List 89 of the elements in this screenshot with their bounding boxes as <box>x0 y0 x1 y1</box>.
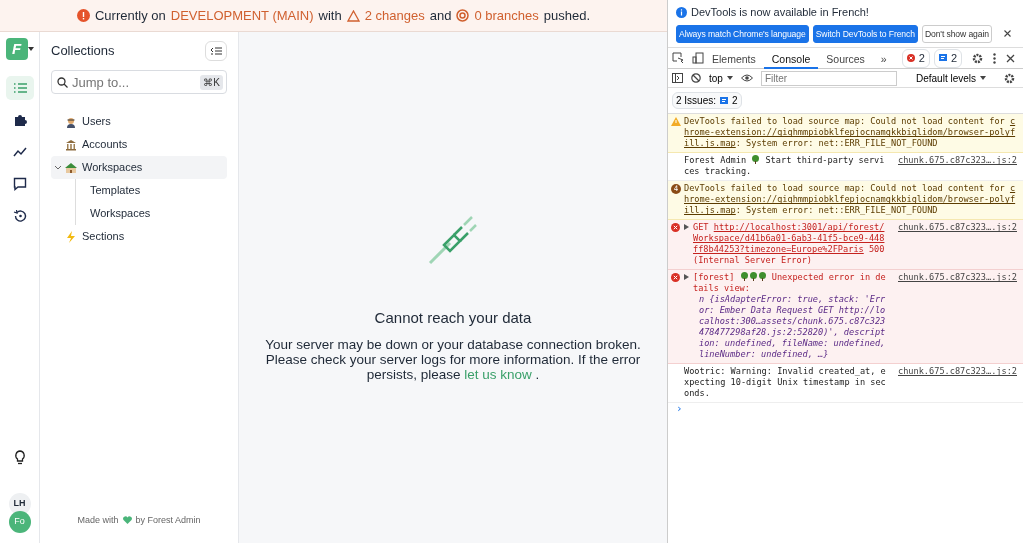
source-link[interactable]: chunk.675.c87c323….js:2 <box>898 366 1017 378</box>
expand-arrow-icon[interactable] <box>684 274 689 281</box>
tree-item[interactable]: Users <box>51 110 227 133</box>
lightbulb-icon <box>13 449 26 465</box>
person-icon <box>65 115 77 128</box>
tree-icon <box>757 272 767 282</box>
inspect-icon[interactable] <box>672 52 684 65</box>
close-icon[interactable] <box>1004 30 1011 38</box>
levels-selector[interactable]: Default levels <box>915 70 986 86</box>
search-icon <box>57 77 68 88</box>
filter-field[interactable]: Filter <box>760 70 897 86</box>
caret-icon <box>27 47 34 51</box>
heart-icon <box>122 516 132 525</box>
error-count[interactable]: 2 <box>901 49 930 68</box>
console-message: GET http://localhost:3001/api/forest/Workspace/d41b6a01-6ab3-41f5-bce9-448ff8b44253?timezone=Europe%2FParis 500 (Internal Server Error) <box>693 222 886 267</box>
banner-text: Currently on <box>95 6 166 25</box>
error-icon <box>671 273 680 283</box>
error-icon <box>671 223 680 233</box>
issue-count[interactable]: 2 <box>933 49 962 68</box>
error-icon <box>906 54 915 63</box>
console-message: DevTools failed to load source map: Could not load content for chrome-extension://gighmmpiobklfepjocnamgkkbiglidom/browser-polyfill.js.map: System error: net::ERR_FILE_NOT_FOUND <box>684 183 1017 217</box>
bank-icon <box>65 138 77 151</box>
target-icon <box>456 9 470 22</box>
language-button[interactable]: Switch DevTools to French <box>812 24 918 44</box>
eye-icon[interactable] <box>740 74 753 83</box>
list-icon <box>12 81 27 95</box>
warning-icon <box>671 117 681 127</box>
close-icon[interactable] <box>1006 53 1015 63</box>
alert-icon <box>77 9 90 22</box>
issues-button[interactable]: 2 Issues: 2 <box>672 92 742 110</box>
settings-icon[interactable] <box>972 52 983 64</box>
tree-item[interactable]: Workspaces <box>76 202 227 225</box>
info-text: DevTools is now available in French! <box>691 5 869 20</box>
chevron-icon <box>55 166 61 170</box>
more-tabs-button[interactable]: » <box>872 47 895 69</box>
console-message: [forest] Unexpected error in details view: n {isAdapterError: true, stack: 'Error: Ember Data Request GET http://localhost:300…assets/chunk.675.c87c323478477298af28.js:2:52820)', description: undefined, fileName: undefined, lineNumber: undefined, …} <box>693 272 887 361</box>
clear-icon[interactable] <box>691 73 701 84</box>
house-icon <box>65 161 77 174</box>
source-link[interactable]: chunk.675.c87c323….js:2 <box>898 272 1017 284</box>
more-options-icon[interactable] <box>993 52 996 64</box>
error-message: Your server may be down or your database connection broken. Please check your server logs for more information. If the error persists, please let us know . <box>264 337 642 383</box>
collapse-menu-icon <box>210 46 222 56</box>
info-icon <box>676 6 687 18</box>
language-button[interactable]: Always match Chrome's language <box>676 24 809 44</box>
warning-triangle-icon <box>346 9 360 22</box>
devtools-tab[interactable]: Sources <box>818 47 873 69</box>
chart-line-icon <box>12 145 27 159</box>
settings-icon[interactable] <box>1004 72 1015 84</box>
tree-item[interactable]: Accounts <box>51 133 227 156</box>
collapse-button[interactable] <box>205 41 227 61</box>
message-icon <box>938 54 947 63</box>
panel-title: Collections <box>51 42 115 61</box>
highlight-text: 0 branches <box>474 6 539 25</box>
console-message: Forest Admin Start third-party services tracking. <box>684 155 886 178</box>
puzzle-icon <box>12 113 27 127</box>
error-title: Cannot reach your data <box>374 307 532 328</box>
source-link[interactable]: chunk.675.c87c323….js:2 <box>898 222 1017 234</box>
tree-item[interactable]: Workspaces <box>51 156 227 179</box>
devtools-tab[interactable]: Console <box>763 47 819 69</box>
language-button[interactable]: Don't show again <box>921 24 992 44</box>
expand-arrow-icon[interactable] <box>684 224 689 231</box>
history-icon <box>12 209 27 223</box>
sidebar-icon[interactable] <box>672 73 683 84</box>
caret-icon <box>980 76 986 81</box>
context-selector[interactable]: top <box>709 70 733 86</box>
footer-text: by Forest Admin <box>135 513 201 527</box>
footer-text: Made with <box>77 513 119 527</box>
user-avatar[interactable]: LH <box>8 493 31 515</box>
lightning-icon <box>65 230 77 243</box>
caret-icon <box>726 76 733 81</box>
tree-icon <box>751 155 761 165</box>
banner-text: and <box>429 6 452 25</box>
highlight-text: 2 changes <box>364 6 425 25</box>
console-prompt[interactable]: › <box>668 403 1023 415</box>
console-message: Wootric: Warning: Invalid created_at, expecting 10-digit Unix timestamp in seconds. <box>684 366 887 400</box>
tree-icon <box>748 272 758 282</box>
shortcut-hint: ⌘K <box>200 75 223 90</box>
source-link[interactable]: chunk.675.c87c323….js:2 <box>898 155 1017 167</box>
console-message: DevTools failed to load source map: Could not load content for chrome-extension://gighmmpiobklfepjocnamgkkbiglidom/browser-polyfill.js.map: System error: net::ERR_FILE_NOT_FOUND <box>684 116 1017 150</box>
device-icon[interactable] <box>692 52 704 65</box>
devtools-tab[interactable]: Elements <box>704 47 764 69</box>
tree-icon <box>739 272 749 282</box>
highlight-text: DEVELOPMENT (MAIN) <box>170 6 314 25</box>
banner-text: with <box>318 6 342 25</box>
chat-icon <box>12 177 27 191</box>
banner-text: pushed. <box>543 6 590 25</box>
tree-item[interactable]: Templates <box>76 179 227 202</box>
tree-item[interactable]: Sections <box>51 225 227 248</box>
message-icon <box>720 96 729 105</box>
